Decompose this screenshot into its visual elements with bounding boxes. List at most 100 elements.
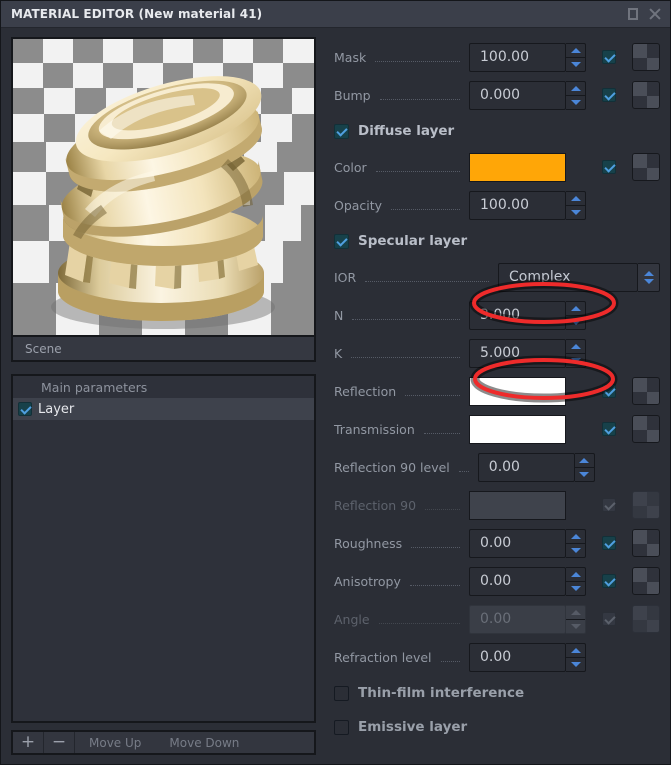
reflection-90-level-input[interactable]: 0.00: [478, 453, 575, 482]
material-preview-viewport[interactable]: [11, 37, 316, 337]
transmission-texture-button[interactable]: [632, 415, 660, 443]
stepper-down[interactable]: [566, 354, 585, 367]
stepper-up[interactable]: [566, 302, 585, 316]
roughness-texture-button[interactable]: [632, 529, 660, 557]
transmission-enable-checkbox[interactable]: [602, 422, 616, 436]
stepper-up[interactable]: [566, 44, 585, 58]
angle-stepper: [566, 605, 586, 634]
leader-line: [459, 470, 469, 472]
arrow-down-icon: [571, 320, 581, 325]
add-layer-button[interactable]: +: [13, 732, 44, 753]
checker-square-icon: [633, 492, 647, 506]
layers-list[interactable]: Main parameters Layer: [11, 374, 316, 723]
bump-stepper[interactable]: [566, 81, 586, 110]
stepper-up[interactable]: [575, 454, 594, 468]
stepper-up[interactable]: [566, 644, 585, 658]
stepper-up[interactable]: [566, 192, 585, 206]
bump-texture-button[interactable]: [632, 81, 660, 109]
roughness-value-input[interactable]: 0.00: [469, 529, 566, 558]
reflection-90-level-stepper[interactable]: [575, 453, 595, 482]
stepper-down[interactable]: [566, 582, 585, 595]
anisotropy-enable-checkbox[interactable]: [602, 574, 616, 588]
mask-stepper[interactable]: [566, 43, 586, 72]
left-panel: Scene Main parameters Layer + − Move Up …: [1, 28, 326, 764]
anisotropy-texture-button[interactable]: [632, 567, 660, 595]
stepper-down[interactable]: [566, 316, 585, 329]
stepper-down[interactable]: [566, 544, 585, 557]
stepper-up[interactable]: [566, 568, 585, 582]
close-button[interactable]: [644, 3, 666, 25]
remove-layer-button[interactable]: −: [44, 732, 75, 753]
arrow-down-icon: [571, 624, 581, 629]
specular-layer-checkbox[interactable]: [334, 234, 349, 249]
anisotropy-stepper[interactable]: [566, 567, 586, 596]
property-row-bump: Bump 0.000: [334, 76, 660, 114]
opacity-value-input[interactable]: 100.00: [469, 191, 566, 220]
color-enable-checkbox[interactable]: [602, 160, 616, 174]
reflection-enable-checkbox[interactable]: [602, 384, 616, 398]
stepper-down[interactable]: [566, 206, 585, 219]
checker-square-icon: [633, 154, 647, 168]
stepper-down[interactable]: [575, 468, 594, 481]
stepper-up[interactable]: [566, 530, 585, 544]
mask-value-input[interactable]: 100.00: [469, 43, 566, 72]
leader-line: [376, 170, 460, 172]
section-emissive-layer[interactable]: Emissive layer: [334, 710, 660, 744]
ior-select[interactable]: Complex: [498, 263, 638, 292]
opacity-stepper[interactable]: [566, 191, 586, 220]
reflection-texture-button[interactable]: [632, 377, 660, 405]
property-label: IOR: [334, 270, 356, 285]
move-up-button[interactable]: Move Up: [75, 732, 155, 753]
stepper-down[interactable]: [566, 58, 585, 71]
list-item[interactable]: Layer: [13, 398, 314, 420]
transmission-color-swatch[interactable]: [469, 415, 566, 444]
bump-enable-checkbox[interactable]: [602, 88, 616, 102]
property-row-transmission: Transmission: [334, 410, 660, 448]
section-diffuse-layer[interactable]: Diffuse layer: [334, 114, 660, 148]
k-stepper[interactable]: [566, 339, 586, 368]
property-row-roughness: Roughness 0.00: [334, 524, 660, 562]
bump-value-input[interactable]: 0.000: [469, 81, 566, 110]
arrow-up-icon: [579, 458, 589, 463]
move-down-button[interactable]: Move Down: [155, 732, 253, 753]
ior-select-arrows[interactable]: [638, 263, 660, 292]
n-value-input[interactable]: 3.000: [469, 301, 566, 330]
mask-enable-checkbox[interactable]: [602, 50, 616, 64]
n-stepper[interactable]: [566, 301, 586, 330]
arrow-down-icon: [571, 358, 581, 363]
refraction-level-input[interactable]: 0.00: [469, 643, 566, 672]
checker-square-icon: [633, 530, 647, 544]
k-value-input[interactable]: 5.000: [469, 339, 566, 368]
diffuse-color-swatch[interactable]: [469, 153, 566, 182]
leader-line: [425, 508, 460, 510]
arrow-up-icon: [571, 610, 581, 615]
refraction-level-stepper[interactable]: [566, 643, 586, 672]
anisotropy-value-input[interactable]: 0.00: [469, 567, 566, 596]
angle-enable-checkbox: [602, 612, 616, 626]
reflection-color-swatch[interactable]: [469, 377, 566, 406]
property-row-n: N 3.000: [334, 296, 660, 334]
emissive-layer-checkbox[interactable]: [334, 720, 349, 735]
leader-line: [365, 280, 489, 282]
property-label: K: [334, 346, 342, 361]
stepper-up[interactable]: [566, 82, 585, 96]
section-thin-film-interference[interactable]: Thin-film interference: [334, 676, 660, 710]
thin-film-interference-checkbox[interactable]: [334, 686, 349, 701]
restore-button[interactable]: [622, 3, 644, 25]
stepper-up[interactable]: [566, 340, 585, 354]
restore-icon: [628, 8, 638, 20]
leader-line: [351, 356, 460, 358]
layer-visibility-checkbox[interactable]: [18, 402, 32, 416]
checker-square-icon: [647, 392, 660, 405]
roughness-stepper[interactable]: [566, 529, 586, 558]
leader-line: [391, 208, 460, 210]
diffuse-layer-checkbox[interactable]: [334, 124, 349, 139]
roughness-enable-checkbox[interactable]: [602, 536, 616, 550]
section-specular-layer[interactable]: Specular layer: [334, 224, 660, 258]
section-label: Emissive layer: [358, 719, 467, 735]
checker-square-icon: [647, 430, 660, 443]
stepper-down[interactable]: [566, 658, 585, 671]
color-texture-button[interactable]: [632, 153, 660, 181]
stepper-down[interactable]: [566, 96, 585, 109]
mask-texture-button[interactable]: [632, 43, 660, 71]
